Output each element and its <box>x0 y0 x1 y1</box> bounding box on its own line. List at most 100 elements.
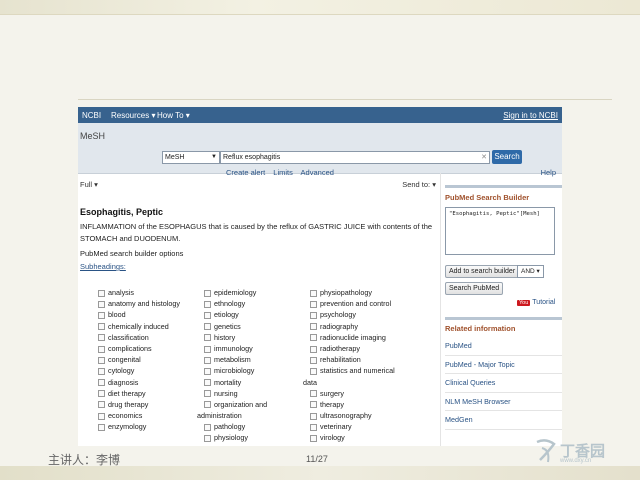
subheading-checkbox[interactable] <box>310 412 317 420</box>
add-to-builder-button[interactable]: Add to search builder <box>445 265 520 278</box>
subheading-checkbox[interactable] <box>204 390 211 398</box>
subheading-checkbox[interactable] <box>204 435 211 443</box>
subheading-checkbox[interactable] <box>204 323 211 331</box>
subheading-item[interactable]: surgery <box>310 388 395 399</box>
subheading-item[interactable]: cytology <box>98 365 180 376</box>
subheading-checkbox[interactable] <box>204 356 211 364</box>
subheading-checkbox[interactable] <box>98 379 105 387</box>
subheading-item[interactable]: anatomy and histology <box>98 298 180 309</box>
subheading-item[interactable]: statistics and numerical <box>310 365 395 376</box>
operator-select[interactable]: AND ▾ <box>517 265 544 278</box>
subheading-item[interactable]: complications <box>98 343 180 354</box>
subheading-checkbox[interactable] <box>310 367 317 375</box>
subheading-item[interactable]: physiopathology <box>310 287 395 298</box>
subheading-item[interactable]: pathology <box>204 421 267 432</box>
subheading-checkbox[interactable] <box>204 300 211 308</box>
subheading-checkbox[interactable] <box>204 311 211 319</box>
related-item-mesh-browser[interactable]: NLM MeSH Browser <box>445 393 562 411</box>
subheading-item[interactable]: radiography <box>310 321 395 332</box>
subheading-item[interactable]: drug therapy <box>98 399 180 410</box>
search-pubmed-button[interactable]: Search PubMed <box>445 282 504 295</box>
subheading-checkbox[interactable] <box>98 289 105 297</box>
subheading-checkbox[interactable] <box>310 300 317 308</box>
subheading-checkbox[interactable] <box>310 334 317 342</box>
subheading-item[interactable]: etiology <box>204 309 267 320</box>
subheading-item[interactable]: economics <box>98 410 180 421</box>
subheading-item[interactable]: metabolism <box>204 354 267 365</box>
subheading-checkbox[interactable] <box>310 356 317 364</box>
subheading-item[interactable]: nursing <box>204 388 267 399</box>
subheading-checkbox[interactable] <box>310 390 317 398</box>
related-item-clinical-queries[interactable]: Clinical Queries <box>445 374 562 393</box>
subheading-checkbox[interactable] <box>204 423 211 431</box>
subheading-item[interactable]: congenital <box>98 354 180 365</box>
subheading-item[interactable]: classification <box>98 332 180 343</box>
subheading-item[interactable]: ethnology <box>204 298 267 309</box>
subheading-checkbox[interactable] <box>98 423 105 431</box>
subheading-item[interactable]: radionuclide imaging <box>310 332 395 343</box>
subheading-item[interactable]: microbiology <box>204 365 267 376</box>
subheading-item[interactable]: therapy <box>310 399 395 410</box>
subheading-checkbox[interactable] <box>204 401 211 409</box>
database-select[interactable]: MeSH ▼ <box>162 151 220 164</box>
resources-menu[interactable]: Resources ▾ <box>111 111 155 120</box>
subheading-item[interactable]: genetics <box>204 321 267 332</box>
subheading-item[interactable]: physiology <box>204 432 267 443</box>
subheading-item[interactable]: analysis <box>98 287 180 298</box>
subheading-checkbox[interactable] <box>204 367 211 375</box>
search-input[interactable]: Reflux esophagitis ✕ <box>220 151 490 164</box>
related-item-medgen[interactable]: MedGen <box>445 411 562 430</box>
builder-query-textarea[interactable]: "Esophagitis, Peptic"[Mesh] <box>445 207 555 255</box>
send-to-menu[interactable]: Send to: ▾ <box>402 180 436 189</box>
subheading-item[interactable]: diet therapy <box>98 388 180 399</box>
sign-in-link[interactable]: Sign in to NCBI <box>503 111 558 120</box>
related-item-major-topic[interactable]: PubMed - Major Topic <box>445 356 562 374</box>
clear-icon[interactable]: ✕ <box>481 152 487 163</box>
subheading-checkbox[interactable] <box>204 345 211 353</box>
subheading-item[interactable]: psychology <box>310 309 395 320</box>
subheading-checkbox[interactable] <box>98 311 105 319</box>
subheading-item[interactable]: chemically induced <box>98 321 180 332</box>
subheading-checkbox[interactable] <box>98 412 105 420</box>
subheading-checkbox[interactable] <box>98 401 105 409</box>
subheading-checkbox[interactable] <box>310 289 317 297</box>
subheading-item[interactable]: data <box>303 377 395 388</box>
subheading-item[interactable]: diagnosis <box>98 377 180 388</box>
subheading-checkbox[interactable] <box>310 423 317 431</box>
subheading-item[interactable]: mortality <box>204 377 267 388</box>
subheading-item[interactable]: organization and <box>204 399 267 410</box>
subheading-checkbox[interactable] <box>98 300 105 308</box>
subheading-item[interactable]: ultrasonography <box>310 410 395 421</box>
subheading-checkbox[interactable] <box>98 345 105 353</box>
subheadings-link[interactable]: Subheadings: <box>80 262 126 271</box>
subheading-checkbox[interactable] <box>98 390 105 398</box>
display-format-menu[interactable]: Full ▾ <box>80 180 98 189</box>
subheading-item[interactable]: rehabilitation <box>310 354 395 365</box>
how-to-menu[interactable]: How To ▾ <box>157 111 190 120</box>
subheading-checkbox[interactable] <box>204 289 211 297</box>
ncbi-logo[interactable]: NCBI <box>82 111 101 120</box>
subheading-item[interactable]: history <box>204 332 267 343</box>
subheading-checkbox[interactable] <box>310 345 317 353</box>
subheading-item[interactable]: radiotherapy <box>310 343 395 354</box>
subheading-item[interactable]: epidemiology <box>204 287 267 298</box>
subheading-checkbox[interactable] <box>98 323 105 331</box>
subheading-item[interactable]: administration <box>197 410 267 421</box>
subheading-checkbox[interactable] <box>310 311 317 319</box>
subheading-checkbox[interactable] <box>310 323 317 331</box>
subheading-checkbox[interactable] <box>98 356 105 364</box>
tutorial-link[interactable]: You Tutorial <box>517 299 555 306</box>
subheading-checkbox[interactable] <box>98 334 105 342</box>
subheading-checkbox[interactable] <box>204 379 211 387</box>
subheading-item[interactable]: virology <box>310 432 395 443</box>
subheading-checkbox[interactable] <box>310 401 317 409</box>
subheading-checkbox[interactable] <box>204 334 211 342</box>
subheading-item[interactable]: prevention and control <box>310 298 395 309</box>
subheading-checkbox[interactable] <box>98 367 105 375</box>
related-item-pubmed[interactable]: PubMed <box>445 337 562 356</box>
subheading-item[interactable]: veterinary <box>310 421 395 432</box>
subheading-item[interactable]: enzymology <box>98 421 180 432</box>
subheading-item[interactable]: immunology <box>204 343 267 354</box>
subheading-checkbox[interactable] <box>310 435 317 443</box>
search-button[interactable]: Search <box>492 150 522 164</box>
